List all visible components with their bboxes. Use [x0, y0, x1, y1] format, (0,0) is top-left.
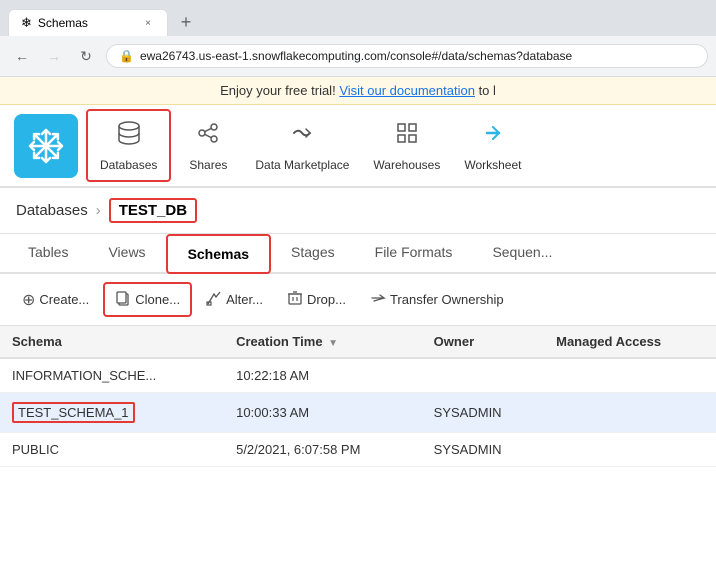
nav-item-shares[interactable]: Shares — [173, 111, 243, 180]
breadcrumb-databases-link[interactable]: Databases — [16, 202, 88, 219]
app-container: Enjoy your free trial! Visit our documen… — [0, 77, 716, 567]
address-bar[interactable]: 🔒 ewa26743.us-east-1.snowflakecomputing.… — [106, 44, 708, 68]
databases-icon — [115, 119, 143, 154]
cell-schema-name: TEST_SCHEMA_1 — [0, 393, 224, 433]
create-label: Create... — [39, 292, 89, 307]
content-area: Databases › TEST_DB Tables Views Schemas… — [0, 188, 716, 567]
clone-label: Clone... — [135, 292, 180, 307]
breadcrumb-current-database: TEST_DB — [109, 198, 197, 223]
banner-link[interactable]: Visit our documentation — [339, 83, 475, 98]
cell-owner: SYSADMIN — [422, 433, 544, 467]
cell-schema-name: INFORMATION_SCHE... — [0, 358, 224, 393]
worksheets-icon — [479, 119, 507, 154]
new-tab-button[interactable]: + — [172, 8, 200, 36]
transfer-ownership-button[interactable]: Transfer Ownership — [360, 284, 514, 315]
main-nav: Databases Shares Data Mar — [0, 105, 716, 188]
nav-item-warehouses[interactable]: Warehouses — [361, 111, 452, 180]
col-header-creation-time: Creation Time ▼ — [224, 326, 422, 358]
col-header-managed-access: Managed Access — [544, 326, 716, 358]
cell-creation-time: 10:22:18 AM — [224, 358, 422, 393]
toolbar: ⊕ Create... Clone... — [0, 274, 716, 326]
drop-label: Drop... — [307, 292, 346, 307]
cell-managed-access — [544, 358, 716, 393]
cell-managed-access — [544, 393, 716, 433]
cell-owner: SYSADMIN — [422, 393, 544, 433]
tab-title: Schemas — [38, 16, 88, 30]
clone-icon — [115, 290, 131, 309]
alter-label: Alter... — [226, 292, 263, 307]
cell-creation-time: 5/2/2021, 6:07:58 PM — [224, 433, 422, 467]
selected-schema-label: TEST_SCHEMA_1 — [12, 402, 135, 423]
nav-item-databases-label: Databases — [100, 158, 157, 172]
table-row[interactable]: PUBLIC5/2/2021, 6:07:58 PMSYSADMIN — [0, 433, 716, 467]
schema-table: Schema Creation Time ▼ Owner Managed Acc… — [0, 326, 716, 467]
transfer-icon — [370, 290, 386, 309]
cell-owner — [422, 358, 544, 393]
nav-controls: ← → ↻ — [8, 42, 100, 70]
drop-button[interactable]: Drop... — [277, 284, 356, 315]
nav-item-worksheets-label: Worksheet — [464, 158, 521, 172]
tab-close-button[interactable]: × — [141, 16, 155, 30]
table-row[interactable]: INFORMATION_SCHE...10:22:18 AM — [0, 358, 716, 393]
banner: Enjoy your free trial! Visit our documen… — [0, 77, 716, 105]
nav-item-worksheets[interactable]: Worksheet — [452, 111, 533, 180]
data-marketplace-icon — [288, 119, 316, 154]
banner-text: Enjoy your free trial! — [220, 83, 336, 98]
nav-item-warehouses-label: Warehouses — [373, 158, 440, 172]
col-header-owner: Owner — [422, 326, 544, 358]
tab-file-formats[interactable]: File Formats — [355, 234, 473, 274]
table-row[interactable]: TEST_SCHEMA_1 10:00:33 AMSYSADMIN — [0, 393, 716, 433]
snowflake-logo[interactable] — [14, 114, 78, 178]
forward-button[interactable]: → — [40, 42, 68, 70]
col-header-schema: Schema — [0, 326, 224, 358]
breadcrumb: Databases › TEST_DB — [0, 188, 716, 234]
nav-item-databases[interactable]: Databases — [86, 109, 171, 182]
browser-bar: ← → ↻ 🔒 ewa26743.us-east-1.snowflakecomp… — [0, 36, 716, 77]
back-button[interactable]: ← — [8, 42, 36, 70]
lock-icon: 🔒 — [119, 49, 134, 63]
banner-suffix: to l — [479, 83, 496, 98]
cell-schema-name: PUBLIC — [0, 433, 224, 467]
url-text: ewa26743.us-east-1.snowflakecomputing.co… — [140, 49, 572, 63]
create-icon: ⊕ — [22, 290, 35, 310]
nav-item-data-marketplace-label: Data Marketplace — [255, 158, 349, 172]
warehouses-icon — [393, 119, 421, 154]
nav-item-shares-label: Shares — [189, 158, 227, 172]
refresh-button[interactable]: ↻ — [72, 42, 100, 70]
table-header-row: Schema Creation Time ▼ Owner Managed Acc… — [0, 326, 716, 358]
shares-icon — [194, 119, 222, 154]
create-button[interactable]: ⊕ Create... — [12, 284, 99, 316]
tab-bar: ❄ Schemas × + — [0, 0, 716, 36]
alter-button[interactable]: Alter... — [196, 284, 273, 315]
sort-icon: ▼ — [328, 338, 338, 349]
alter-icon — [206, 290, 222, 309]
snowflake-icon — [28, 128, 64, 164]
browser-tab[interactable]: ❄ Schemas × — [8, 9, 168, 36]
cell-creation-time: 10:00:33 AM — [224, 393, 422, 433]
transfer-ownership-label: Transfer Ownership — [390, 292, 504, 307]
tab-stages[interactable]: Stages — [271, 234, 355, 274]
cell-managed-access — [544, 433, 716, 467]
clone-button[interactable]: Clone... — [103, 282, 192, 317]
breadcrumb-separator: › — [96, 202, 101, 219]
tab-tables[interactable]: Tables — [8, 234, 88, 274]
tab-sequences[interactable]: Sequen... — [472, 234, 572, 274]
tab-views[interactable]: Views — [88, 234, 165, 274]
schema-table-container: Schema Creation Time ▼ Owner Managed Acc… — [0, 326, 716, 567]
drop-icon — [287, 290, 303, 309]
breadcrumb-current-label: TEST_DB — [119, 202, 187, 219]
tab-schemas[interactable]: Schemas — [166, 234, 271, 274]
nav-item-data-marketplace[interactable]: Data Marketplace — [243, 111, 361, 180]
tabs-row: Tables Views Schemas Stages File Formats… — [0, 234, 716, 274]
tab-favicon: ❄ — [21, 15, 32, 31]
